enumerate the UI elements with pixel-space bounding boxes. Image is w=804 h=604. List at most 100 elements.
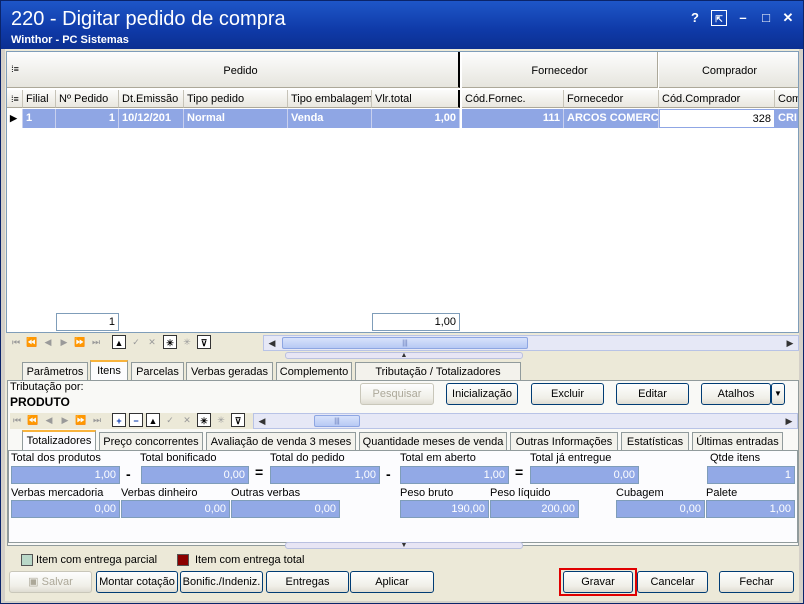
orders-grid[interactable]: ⁞≡ Pedido Fornecedor Comprador ⁞≡ Filial… [6,51,799,333]
refresh-asterisk-icon[interactable]: ✳ [163,335,177,349]
scroll-thumb[interactable]: ||| [282,337,528,349]
next-record-icon[interactable]: ▶ [57,335,71,349]
total-pedido-field[interactable]: 1,00 [270,466,380,484]
grid-hscrollbar[interactable]: ◀ ||| ▶ [263,335,799,351]
col-comprador[interactable]: Com [775,90,798,108]
items-refresh-icon[interactable]: ✳ [197,413,211,427]
total-produtos-field[interactable]: 1,00 [11,466,120,484]
fechar-button[interactable]: Fechar [719,571,794,593]
restore-window-icon[interactable]: ⇱ [711,10,727,26]
prior-record-icon[interactable]: ◀ [41,335,55,349]
entregas-button[interactable]: Entregas [266,571,349,593]
items-prior-page-icon[interactable]: ⏪ [26,413,40,427]
close-icon[interactable]: ✕ [780,10,796,26]
items-filter-icon[interactable]: ⊽ [231,413,245,427]
items-last-icon[interactable]: ⏭ [90,413,104,427]
cell-cod-comprador[interactable]: 328 [659,109,775,128]
editar-button[interactable]: Editar [616,383,689,405]
total-aberto-field[interactable]: 1,00 [400,466,509,484]
scroll-left-icon[interactable]: ◀ [265,337,279,349]
scroll-right-icon[interactable]: ▶ [783,337,797,349]
cell-numero-pedido[interactable]: 1 [56,109,119,128]
items-post-icon[interactable]: ✓ [163,413,177,427]
cell-tipo-embalagem[interactable]: Venda [288,109,372,128]
tab-avaliacao-venda[interactable]: Avaliação de venda 3 meses [206,432,356,451]
col-numero-pedido[interactable]: Nº Pedido [56,90,119,108]
tab-parcelas[interactable]: Parcelas [131,362,184,381]
col-tipo-embalagem[interactable]: Tipo embalagem [288,90,372,108]
pesquisar-button[interactable]: Pesquisar [360,383,434,405]
outras-verbas-field[interactable]: 0,00 [231,500,340,518]
items-prior-icon[interactable]: ◀ [42,413,56,427]
bonific-indeniz-button[interactable]: Bonific./Indeniz. [180,571,263,593]
tab-ultimas-entradas[interactable]: Últimas entradas [692,432,783,451]
items-scroll-left-icon[interactable]: ◀ [255,415,269,427]
col-cod-fornec[interactable]: Cód.Fornec. [462,90,564,108]
column-menu-icon[interactable]: ⁞≡ [7,90,23,108]
montar-cotacao-button[interactable]: Montar cotação [96,571,178,593]
splitter-1[interactable]: ▲ [285,352,523,359]
items-first-icon[interactable]: ⏮ [10,413,24,427]
atalhos-dropdown-icon[interactable]: ▼ [771,383,785,405]
next-page-icon[interactable]: ⏩ [73,335,87,349]
edit-up-icon[interactable]: ▲ [112,335,126,349]
bookmark-icon[interactable]: ✳ [180,335,194,349]
tab-outras-informacoes[interactable]: Outras Informações [510,432,618,451]
tab-quantidade-meses[interactable]: Quantidade meses de venda [359,432,507,451]
tab-tributacao-totalizadores[interactable]: Tributação / Totalizadores [355,362,521,381]
cell-dt-emissao[interactable]: 10/12/201 [119,109,184,128]
cancel-x-icon[interactable]: ✕ [145,335,159,349]
items-add-icon[interactable]: + [112,413,126,427]
total-entregue-field[interactable]: 0,00 [530,466,639,484]
first-record-icon[interactable]: ⏮ [9,335,23,349]
tab-totalizadores[interactable]: Totalizadores [22,430,96,451]
col-filial[interactable]: Filial [23,90,56,108]
verbas-mercadoria-field[interactable]: 0,00 [11,500,120,518]
verbas-dinheiro-field[interactable]: 0,00 [121,500,230,518]
peso-bruto-field[interactable]: 190,00 [400,500,489,518]
cell-filial[interactable]: 1 [23,109,56,128]
splitter-2[interactable]: ▼ [285,542,523,549]
cell-fornecedor[interactable]: ARCOS COMERCI [564,109,659,128]
items-remove-icon[interactable]: − [129,413,143,427]
prior-page-icon[interactable]: ⏪ [25,335,39,349]
items-cancel-icon[interactable]: ✕ [180,413,194,427]
total-bonificado-field[interactable]: 0,00 [141,466,249,484]
tab-itens[interactable]: Itens [90,360,128,381]
help-icon[interactable]: ? [687,10,703,26]
items-edit-icon[interactable]: ▲ [146,413,160,427]
tab-parametros[interactable]: Parâmetros [22,362,88,381]
atalhos-button[interactable]: Atalhos [701,383,771,405]
excluir-button[interactable]: Excluir [531,383,604,405]
maximize-icon[interactable]: □ [758,10,774,26]
tab-verbas-geradas[interactable]: Verbas geradas [186,362,273,381]
col-cod-comprador[interactable]: Cód.Comprador [659,90,775,108]
tab-estatisticas[interactable]: Estatísticas [621,432,689,451]
items-bookmark-icon[interactable]: ✳ [214,413,228,427]
inicializacao-button[interactable]: Inicialização [446,383,518,405]
aplicar-button[interactable]: Aplicar [350,571,434,593]
post-check-icon[interactable]: ✓ [129,335,143,349]
tab-complemento[interactable]: Complemento [276,362,352,381]
items-scroll-thumb[interactable]: ||| [314,415,360,427]
col-vlr-total[interactable]: Vlr.total [372,90,460,108]
filter-icon[interactable]: ⊽ [197,335,211,349]
cell-comprador[interactable]: CRI [775,109,798,128]
items-next-page-icon[interactable]: ⏩ [74,413,88,427]
peso-liquido-field[interactable]: 200,00 [490,500,579,518]
items-hscrollbar[interactable]: ◀ ||| ▶ [253,413,798,429]
col-fornecedor[interactable]: Fornecedor [564,90,659,108]
col-dt-emissao[interactable]: Dt.Emissão [119,90,184,108]
minimize-icon[interactable]: – [735,10,751,26]
cancelar-button[interactable]: Cancelar [637,571,708,593]
gravar-button[interactable]: Gravar [563,571,633,593]
salvar-button[interactable]: ▣ Salvar [9,571,92,593]
qtde-itens-field[interactable]: 1 [707,466,795,484]
cell-tipo-pedido[interactable]: Normal [184,109,288,128]
col-tipo-pedido[interactable]: Tipo pedido [184,90,288,108]
last-record-icon[interactable]: ⏭ [89,335,103,349]
palete-field[interactable]: 1,00 [706,500,795,518]
cell-cod-fornec[interactable]: 111 [462,109,564,128]
cell-vlr-total[interactable]: 1,00 [372,109,460,128]
tab-preco-concorrentes[interactable]: Preço concorrentes [99,432,203,451]
